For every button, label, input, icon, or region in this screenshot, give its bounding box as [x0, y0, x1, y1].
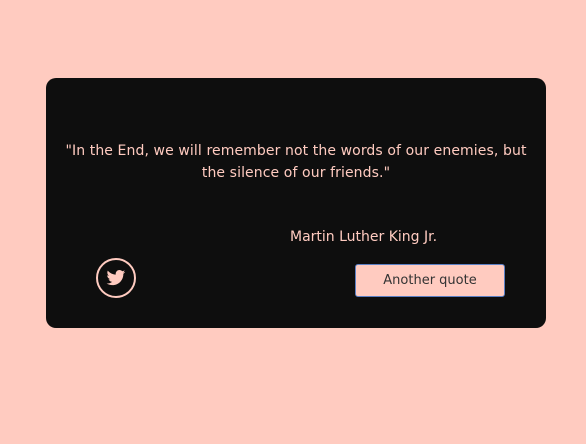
quote-text: "In the End, we will remember not the wo…: [65, 143, 527, 181]
quote-author: Martin Luther King Jr.: [290, 229, 438, 245]
tweet-button[interactable]: [96, 258, 136, 298]
quote-card: "In the End, we will remember not the wo…: [46, 78, 546, 328]
twitter-icon: [106, 268, 126, 288]
another-quote-button[interactable]: Another quote: [355, 264, 505, 297]
